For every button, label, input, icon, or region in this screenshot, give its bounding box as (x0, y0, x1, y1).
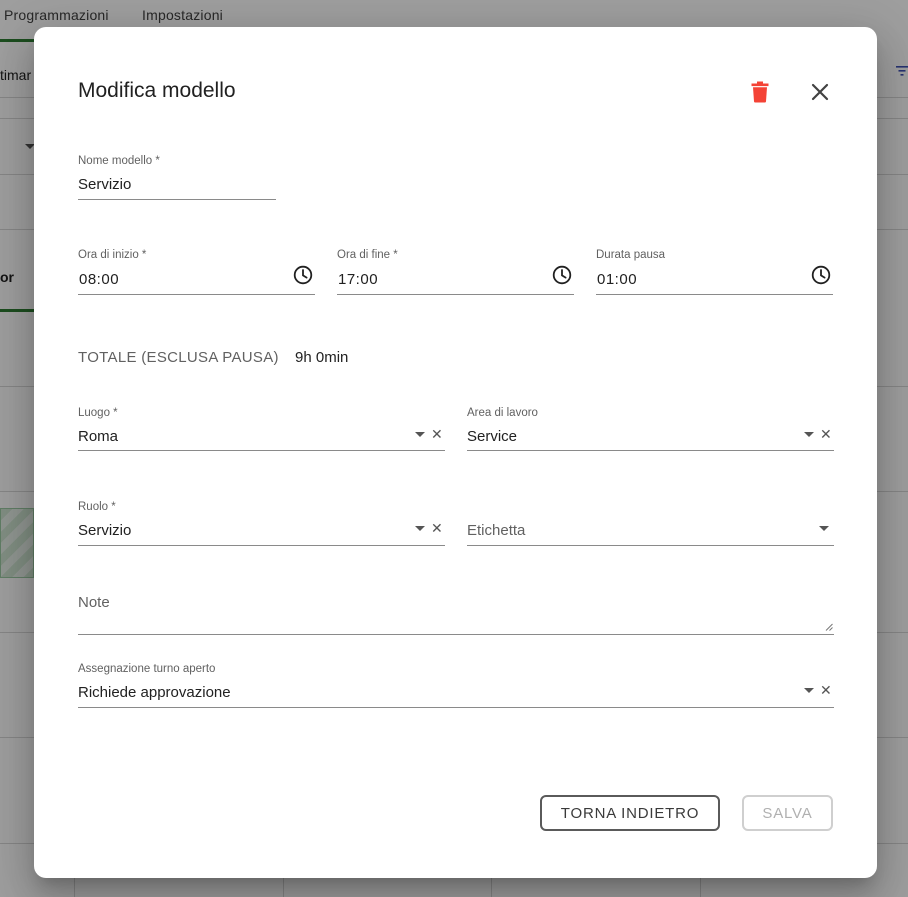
resize-handle-icon[interactable] (825, 623, 833, 631)
notes-textarea[interactable]: Note (78, 593, 834, 635)
back-button[interactable]: TORNA INDIETRO (540, 795, 720, 831)
role-select[interactable]: Ruolo * Servizio ✕ (78, 501, 445, 546)
field-underline (467, 545, 834, 546)
caret-down-icon[interactable] (819, 526, 829, 531)
field-value: Service (467, 428, 518, 445)
location-select[interactable]: Luogo * Roma ✕ (78, 407, 445, 451)
clear-icon[interactable]: ✕ (820, 427, 832, 441)
field-label: Ruolo * (78, 501, 116, 513)
field-label: Durata pausa (596, 249, 666, 261)
field-label: Luogo * (78, 407, 118, 419)
template-name-field[interactable]: Nome modello * Servizio (78, 155, 276, 200)
field-underline (78, 450, 445, 451)
tag-select[interactable]: Etichetta (467, 501, 834, 546)
field-value: 01:00 (597, 271, 638, 288)
save-button[interactable]: SALVA (742, 795, 833, 831)
field-underline (78, 199, 276, 200)
close-button[interactable] (804, 76, 836, 108)
break-duration-field[interactable]: Durata pausa 01:00 (596, 249, 833, 295)
field-label: Nome modello * (78, 155, 160, 167)
field-label: Ora di inizio * (78, 249, 147, 261)
caret-down-icon[interactable] (804, 432, 814, 437)
close-icon (811, 83, 829, 101)
field-underline (78, 707, 834, 708)
field-label: Ora di fine * (337, 249, 398, 261)
field-underline (467, 450, 834, 451)
field-value: Roma (78, 428, 119, 445)
field-underline (78, 545, 445, 546)
field-placeholder: Note (78, 594, 110, 611)
clear-icon[interactable]: ✕ (431, 427, 443, 441)
caret-down-icon[interactable] (415, 526, 425, 531)
work-area-select[interactable]: Area di lavoro Service ✕ (467, 407, 834, 451)
end-time-field[interactable]: Ora di fine * 17:00 (337, 249, 574, 295)
clock-icon[interactable] (552, 265, 572, 285)
clear-icon[interactable]: ✕ (431, 521, 443, 535)
caret-down-icon[interactable] (804, 688, 814, 693)
open-shift-assignment-select[interactable]: Assegnazione turno aperto Richiede appro… (78, 663, 834, 708)
field-value: 08:00 (79, 271, 120, 288)
start-time-field[interactable]: Ora di inizio * 08:00 (78, 249, 315, 295)
field-value: Richiede approvazione (78, 684, 231, 701)
clock-icon[interactable] (811, 265, 831, 285)
field-value: Servizio (78, 176, 132, 193)
field-placeholder: Etichetta (467, 522, 526, 539)
clock-icon[interactable] (293, 265, 313, 285)
field-underline (337, 294, 574, 295)
total-value: 9h 0min (295, 349, 349, 366)
caret-down-icon[interactable] (415, 432, 425, 437)
field-underline (78, 294, 315, 295)
trash-icon (751, 81, 769, 103)
field-value: Servizio (78, 522, 132, 539)
field-underline (596, 294, 833, 295)
edit-template-dialog: Modifica modello Nome modello * Servizio… (34, 27, 877, 878)
field-underline (78, 634, 834, 635)
field-value: 17:00 (338, 271, 379, 288)
field-label: Area di lavoro (467, 407, 538, 419)
field-label: Assegnazione turno aperto (78, 663, 216, 675)
dialog-title: Modifica modello (78, 79, 236, 102)
total-label: TOTALE (ESCLUSA PAUSA) (78, 349, 279, 366)
delete-button[interactable] (744, 76, 776, 108)
clear-icon[interactable]: ✕ (820, 683, 832, 697)
